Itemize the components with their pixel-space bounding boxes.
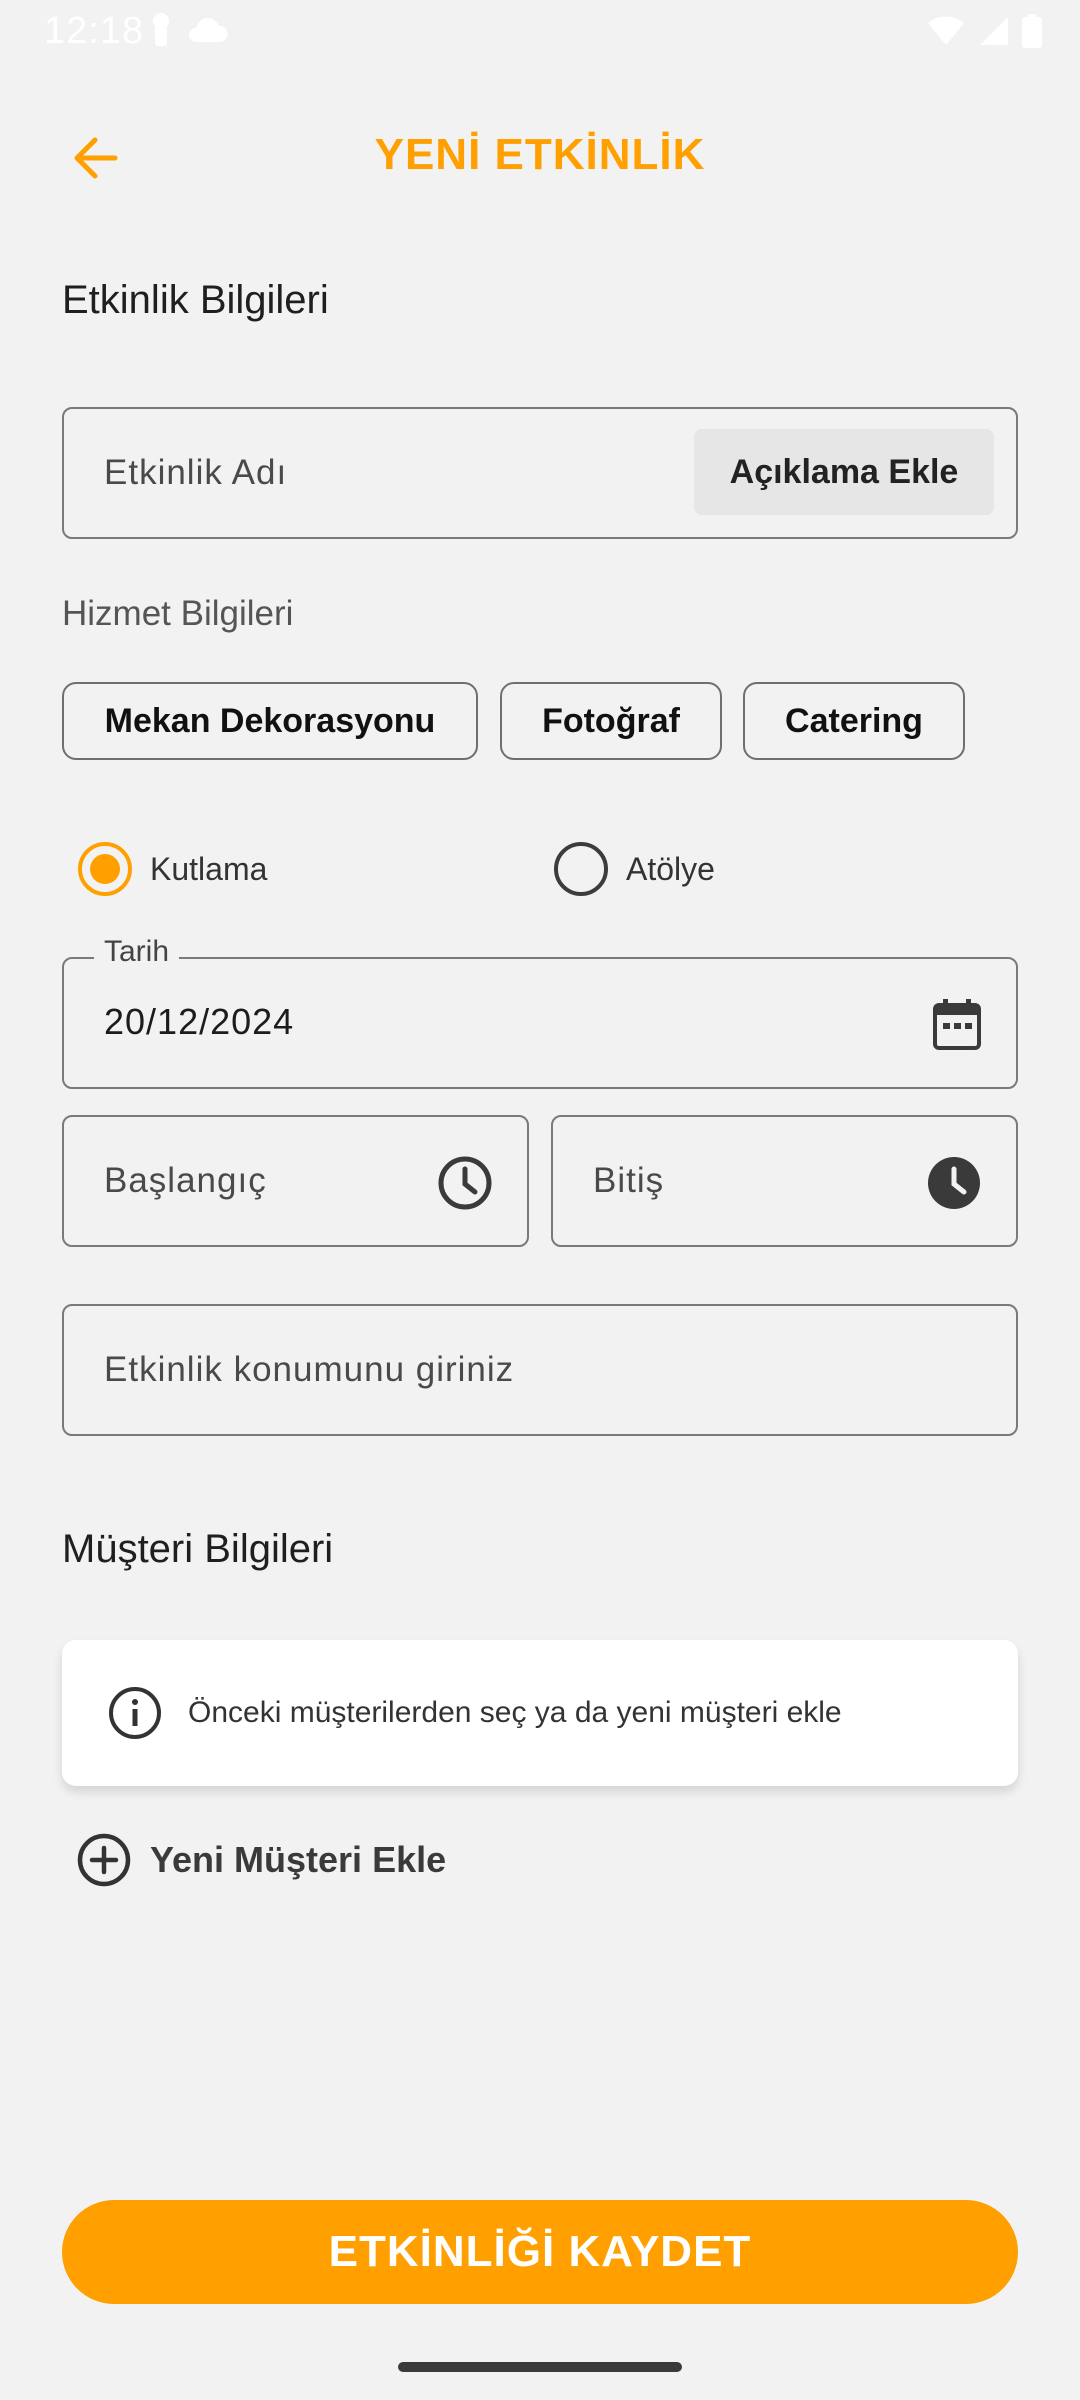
chip-venue-decoration[interactable]: Mekan Dekorasyonu bbox=[62, 682, 478, 760]
start-time-field[interactable]: Başlangıç bbox=[62, 1115, 529, 1247]
end-time-field[interactable]: Bitiş bbox=[551, 1115, 1018, 1247]
radio-workshop-label: Atölye bbox=[626, 850, 715, 887]
add-circle-icon bbox=[77, 1833, 131, 1887]
radio-celebration-indicator bbox=[78, 842, 132, 896]
status-time: 12:18 bbox=[44, 10, 145, 52]
start-time-placeholder: Başlangıç bbox=[104, 1161, 267, 1200]
radio-workshop-indicator bbox=[554, 842, 608, 896]
customer-info-text: Önceki müşterilerden seç ya da yeni müşt… bbox=[188, 1696, 842, 1729]
date-label: Tarih bbox=[94, 935, 180, 969]
save-event-button[interactable]: ETKİNLİĞİ KAYDET bbox=[62, 2200, 1018, 2304]
keyhole-icon bbox=[153, 13, 169, 46]
signal-icon bbox=[980, 17, 1008, 45]
radio-celebration[interactable]: Kutlama bbox=[78, 842, 267, 896]
calendar-icon[interactable] bbox=[932, 997, 982, 1051]
home-indicator[interactable] bbox=[398, 2362, 682, 2372]
service-info-title: Hizmet Bilgileri bbox=[62, 594, 294, 633]
add-description-button[interactable]: Açıklama Ekle bbox=[694, 429, 994, 515]
location-placeholder: Etkinlik konumunu giriniz bbox=[104, 1350, 515, 1389]
wifi-icon bbox=[928, 16, 964, 45]
battery-icon bbox=[1022, 14, 1042, 48]
add-new-customer-button[interactable]: Yeni Müşteri Ekle bbox=[76, 1832, 446, 1888]
cloud-icon bbox=[189, 18, 228, 42]
date-value: 20/12/2024 bbox=[104, 1001, 295, 1042]
customer-info-title: Müşteri Bilgileri bbox=[62, 1527, 334, 1571]
event-name-placeholder: Etkinlik Adı bbox=[104, 453, 288, 492]
clock-filled-icon[interactable] bbox=[926, 1155, 982, 1211]
page-title: YENİ ETKİNLİK bbox=[374, 130, 706, 179]
location-field[interactable]: Etkinlik konumunu giriniz bbox=[62, 1304, 1018, 1436]
chip-photography[interactable]: Fotoğraf bbox=[500, 682, 722, 760]
event-name-field[interactable]: Etkinlik Adı Açıklama Ekle bbox=[62, 407, 1018, 539]
event-info-title: Etkinlik Bilgileri bbox=[62, 278, 329, 322]
end-time-placeholder: Bitiş bbox=[593, 1161, 665, 1200]
radio-workshop[interactable]: Atölye bbox=[554, 842, 715, 896]
radio-celebration-label: Kutlama bbox=[150, 850, 268, 887]
chip-catering[interactable]: Catering bbox=[743, 682, 965, 760]
clock-outline-icon[interactable] bbox=[437, 1155, 493, 1211]
add-new-customer-label: Yeni Müşteri Ekle bbox=[150, 1839, 447, 1880]
date-field[interactable]: Tarih 20/12/2024 bbox=[62, 935, 1018, 1089]
info-icon bbox=[109, 1687, 161, 1739]
status-system-icons bbox=[926, 14, 1042, 48]
customer-info-card[interactable]: Önceki müşterilerden seç ya da yeni müşt… bbox=[62, 1640, 1018, 1786]
status-notification-icons bbox=[150, 12, 228, 48]
